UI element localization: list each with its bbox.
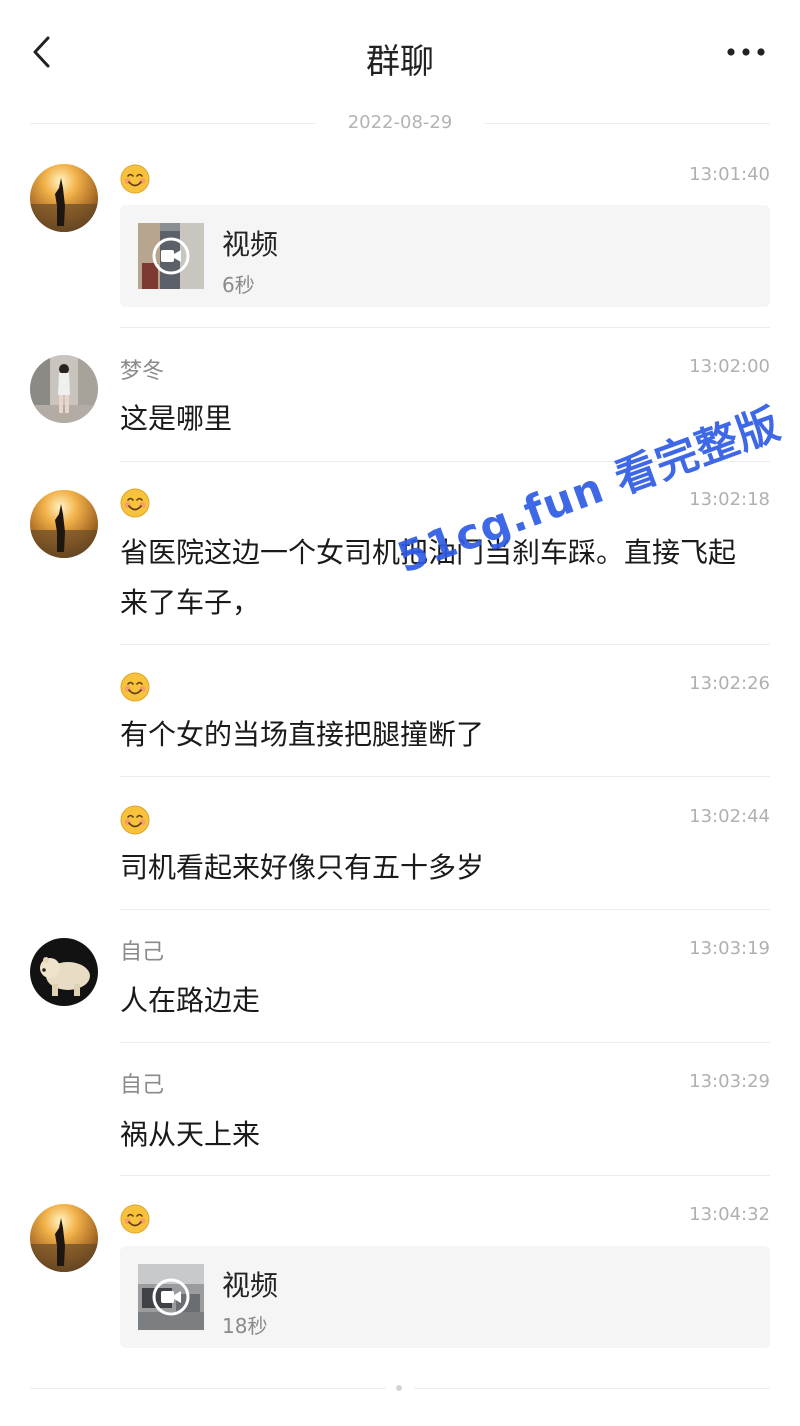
message-divider [120,909,770,910]
video-thumbnail [138,223,204,289]
video-label: 视频 [222,228,279,261]
message-item: 13:02:26 有个女的当场直接把腿撞断了 [0,662,800,777]
smile-emoji-icon [120,805,150,835]
message-time: 13:02:00 [689,356,770,377]
message-time: 13:04:32 [689,1204,770,1225]
message-text: 祸从天上来 [120,1118,261,1151]
message-divider [120,1042,770,1043]
message-time: 13:02:44 [689,806,770,827]
sender-name: 自己 [120,940,165,965]
smile-emoji-icon [120,164,150,194]
message-item: 自己 13:03:29 祸从天上来 [0,1061,800,1176]
message-item: 13:04:32 视频 18秒 [0,1194,800,1354]
video-label: 视频 [222,1269,279,1302]
smile-emoji-icon [120,1204,150,1234]
message-divider [120,776,770,777]
message-time: 13:01:40 [689,164,770,185]
page-title: 群聊 [366,42,434,82]
message-divider [120,1175,770,1176]
message-text: 有个女的当场直接把腿撞断了 [120,718,485,751]
avatar[interactable] [30,938,98,1006]
smile-emoji-icon [120,488,150,518]
message-text: 人在路边走 [120,984,261,1017]
video-thumbnail [138,1264,204,1330]
message-divider [120,327,770,328]
message-time: 13:02:18 [689,489,770,510]
message-time: 13:03:29 [689,1071,770,1092]
video-card[interactable]: 视频 18秒 [120,1246,770,1348]
message-item: 自己 13:03:19 人在路边走 [0,928,800,1043]
avatar[interactable] [30,355,98,423]
sender-name: 自己 [120,1073,165,1098]
video-duration: 6秒 [222,273,255,297]
date-separator: 2022-08-29 [30,110,770,138]
message-text: 司机看起来好像只有五十多岁 [120,851,485,884]
bottom-separator [30,1380,770,1400]
sender-name: 梦冬 [120,359,165,384]
message-item: 13:02:44 司机看起来好像只有五十多岁 [0,795,800,910]
video-card[interactable]: 视频 6秒 [120,205,770,307]
separator-dot [396,1385,402,1391]
avatar[interactable] [30,490,98,558]
top-bar: 群聊 [0,0,800,110]
message-item: 13:01:40 视频 6秒 [0,155,800,328]
message-time: 13:03:19 [689,938,770,959]
more-dots-icon[interactable] [726,38,766,66]
avatar[interactable] [30,1204,98,1272]
smile-emoji-icon [120,672,150,702]
avatar[interactable] [30,164,98,232]
video-duration: 18秒 [222,1314,268,1338]
message-time: 13:02:26 [689,673,770,694]
message-divider [120,644,770,645]
